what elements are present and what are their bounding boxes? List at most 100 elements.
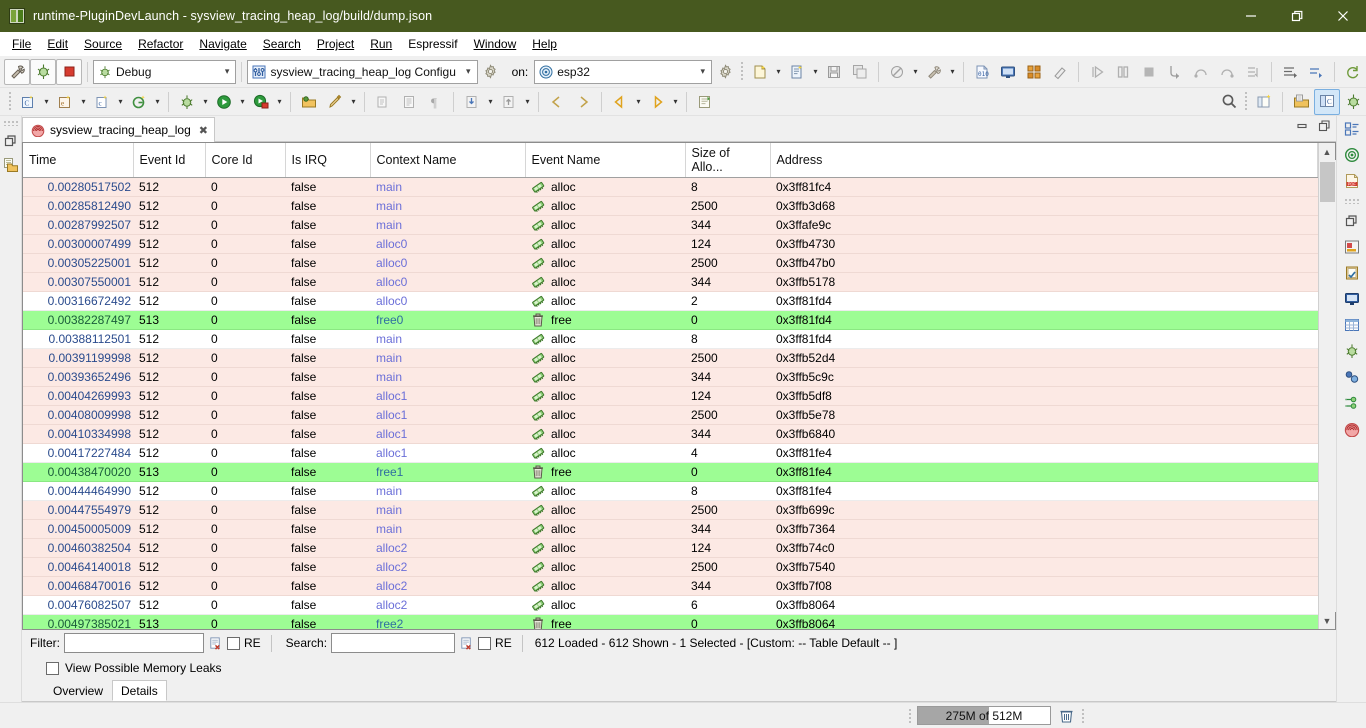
table-row[interactable]: 0.002805175025120falsemainalloc80x3ff81f… (23, 178, 1318, 197)
build-dropdown-icon[interactable]: ▾ (947, 67, 958, 76)
next-edit-dropdown-icon[interactable]: ▾ (670, 97, 681, 106)
rail-drag-handle[interactable] (1344, 198, 1360, 204)
minimize-view-icon[interactable] (1296, 120, 1310, 132)
upload-icon[interactable] (496, 89, 522, 115)
new-c-project-dropdown-icon[interactable]: ▾ (41, 97, 52, 106)
new-wizard-dropdown-icon[interactable]: ▾ (810, 67, 821, 76)
menu-window[interactable]: Window (466, 34, 525, 54)
column-header-event-id[interactable]: Event Id (133, 143, 205, 178)
menu-edit[interactable]: Edit (39, 34, 76, 54)
marker-dropdown-icon[interactable]: ▾ (348, 97, 359, 106)
table-row[interactable]: 0.003881125015120falsemainalloc80x3ff81f… (23, 330, 1318, 349)
new-c-project-icon[interactable]: C (15, 89, 41, 115)
erase-icon[interactable] (1047, 59, 1073, 85)
download-icon[interactable] (459, 89, 485, 115)
outline-icon[interactable] (1343, 120, 1361, 138)
console-view-icon[interactable] (1343, 290, 1361, 308)
filter-input[interactable] (64, 633, 204, 653)
table-row[interactable]: 0.004500050095120falsemainalloc3440x3ffb… (23, 520, 1318, 539)
heap-widget-handle-right[interactable] (1081, 708, 1086, 724)
column-header-context-name[interactable]: Context Name (370, 143, 525, 178)
open-resource-icon[interactable] (296, 89, 322, 115)
menu-search[interactable]: Search (255, 34, 309, 54)
table-row[interactable]: 0.004603825045120falsealloc2alloc1240x3f… (23, 539, 1318, 558)
cube-icon[interactable] (1021, 59, 1047, 85)
table-row[interactable]: 0.004684700165120falsealloc2alloc3440x3f… (23, 577, 1318, 596)
new-generic-icon[interactable] (126, 89, 152, 115)
table-row[interactable]: 0.004080099985120falsealloc1alloc25000x3… (23, 406, 1318, 425)
scroll-down-arrow-icon[interactable]: ▼ (1319, 612, 1336, 629)
filter-regex-checkbox[interactable] (227, 637, 240, 650)
menu-refactor[interactable]: Refactor (130, 34, 191, 54)
debug-perspective-icon[interactable] (1340, 89, 1366, 115)
tasks-icon[interactable] (1343, 264, 1361, 282)
search-icon[interactable] (1216, 89, 1242, 115)
column-header-is-irq[interactable]: Is IRQ (285, 143, 370, 178)
refresh-icon[interactable] (1340, 59, 1366, 85)
restore-button[interactable] (1274, 0, 1320, 32)
table-row[interactable]: 0.002858124905120falsemainalloc25000x3ff… (23, 197, 1318, 216)
trash-icon[interactable] (1055, 706, 1077, 726)
new-c-file-icon[interactable]: c (89, 89, 115, 115)
heap-trace-icon[interactable] (1343, 420, 1361, 438)
prev-edit-icon[interactable] (607, 89, 633, 115)
toggle-block-icon[interactable] (396, 89, 422, 115)
restore-view-icon[interactable] (2, 132, 20, 150)
scrollbar-thumb[interactable] (1320, 162, 1335, 202)
variables-icon[interactable] (1343, 368, 1361, 386)
drop-to-frame-icon[interactable] (1240, 59, 1266, 85)
rail-drag-handle[interactable] (3, 120, 19, 126)
pdf-icon[interactable]: PDF (1343, 172, 1361, 190)
new-perspective-icon[interactable] (1251, 89, 1277, 115)
search-regex-checkbox[interactable] (478, 637, 491, 650)
table-row[interactable]: 0.004444649905120falsemainalloc80x3ff81f… (23, 482, 1318, 501)
menu-file[interactable]: File (4, 34, 39, 54)
target-view-icon[interactable] (1343, 146, 1361, 164)
next-annotation-icon[interactable] (370, 89, 396, 115)
back-icon[interactable] (544, 89, 570, 115)
table-view-icon[interactable] (1343, 316, 1361, 334)
new-c-file-dropdown-icon[interactable]: ▾ (115, 97, 126, 106)
save-icon[interactable] (821, 59, 847, 85)
clear-filter-icon[interactable] (208, 636, 223, 651)
maximize-view-icon[interactable] (1318, 120, 1332, 132)
new-class-dropdown-icon[interactable]: ▾ (78, 97, 89, 106)
run-dropdown-icon[interactable]: ▾ (237, 97, 248, 106)
new-file-icon[interactable] (747, 59, 773, 85)
step-over-icon[interactable] (1188, 59, 1214, 85)
close-icon[interactable]: ✖ (199, 124, 208, 137)
heap-drag-handle[interactable] (908, 708, 913, 724)
table-row[interactable]: 0.003000074995120falsealloc0alloc1240x3f… (23, 235, 1318, 254)
restore-view-icon[interactable] (1343, 212, 1361, 230)
table-vertical-scrollbar[interactable]: ▲ ▼ (1318, 143, 1335, 629)
table-row[interactable]: 0.004475549795120falsemainalloc25000x3ff… (23, 501, 1318, 520)
binary-icon[interactable]: 010 (969, 59, 995, 85)
prev-edit-dropdown-icon[interactable]: ▾ (633, 97, 644, 106)
menu-run[interactable]: Run (362, 34, 400, 54)
column-header-event-name[interactable]: Event Name (525, 143, 685, 178)
column-header-address[interactable]: Address (770, 143, 1318, 178)
bug-view-icon[interactable] (1343, 342, 1361, 360)
column-header-size-of-allocation[interactable]: Size of Allo... (685, 143, 770, 178)
launch-mode-combo[interactable]: Debug ▾ (93, 60, 236, 84)
menu-espressif[interactable]: Espressif (400, 34, 465, 54)
table-row[interactable]: 0.003166724925120falsealloc0alloc20x3ff8… (23, 292, 1318, 311)
table-row[interactable]: 0.004172274845120falsealloc1alloc40x3ff8… (23, 444, 1318, 463)
table-row[interactable]: 0.004973850215130falsefree2free00x3ffb80… (23, 615, 1318, 630)
external-tools-icon[interactable] (692, 89, 718, 115)
marker-icon[interactable] (322, 89, 348, 115)
editor-tab-sysview-tracing-heap-log[interactable]: sysview_tracing_heap_log ✖ (22, 117, 215, 142)
step-into-icon[interactable] (1162, 59, 1188, 85)
upload-dropdown-icon[interactable]: ▾ (522, 97, 533, 106)
save-all-icon[interactable] (847, 59, 873, 85)
breakpoints-icon[interactable] (1343, 394, 1361, 412)
heap-usage-bar[interactable]: 275M of 512M (917, 706, 1051, 725)
download-dropdown-icon[interactable]: ▾ (485, 97, 496, 106)
debug-view-icon[interactable] (1343, 238, 1361, 256)
table-row[interactable]: 0.004103349985120falsealloc1alloc3440x3f… (23, 425, 1318, 444)
target-gear-icon[interactable] (712, 59, 738, 85)
c-cpp-perspective-icon[interactable]: C (1314, 89, 1340, 115)
table-row[interactable]: 0.003075500015120falsealloc0alloc3440x3f… (23, 273, 1318, 292)
new-class-icon[interactable]: e (52, 89, 78, 115)
stop-icon[interactable] (56, 59, 82, 85)
